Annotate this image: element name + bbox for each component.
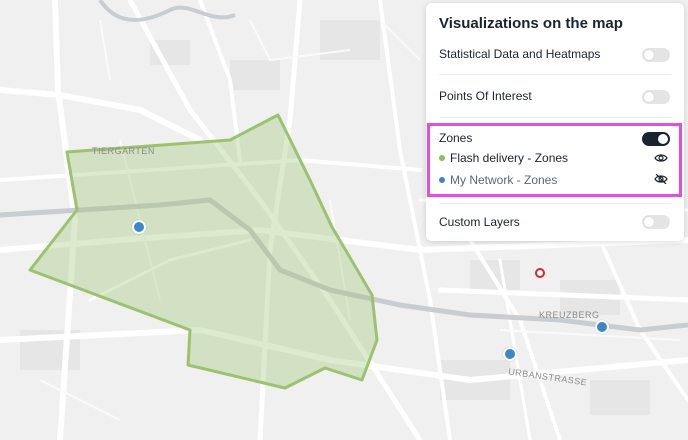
divider <box>439 203 671 204</box>
custom-layers-label: Custom Layers <box>439 215 520 229</box>
divider <box>439 74 671 75</box>
map-poi-marker-alt[interactable] <box>535 268 545 278</box>
map-label-tiergarten: TIERGARTEN <box>92 146 155 156</box>
panel-title: Visualizations on the map <box>439 15 623 32</box>
visualizations-panel: Visualizations on the map Statistical Da… <box>426 3 684 241</box>
statistical-data-label: Statistical Data and Heatmaps <box>439 47 601 61</box>
divider <box>439 117 671 118</box>
map-poi-marker[interactable] <box>503 347 517 361</box>
statistical-data-toggle[interactable] <box>642 48 670 62</box>
map-poi-marker[interactable] <box>595 320 609 334</box>
map-poi-marker[interactable] <box>132 220 146 234</box>
points-of-interest-label: Points Of Interest <box>439 89 532 103</box>
custom-layers-toggle[interactable] <box>642 215 670 229</box>
points-of-interest-toggle[interactable] <box>642 90 670 104</box>
zones-highlight-box <box>427 123 682 197</box>
map-label-kreuzberg: KREUZBERG <box>539 310 600 320</box>
